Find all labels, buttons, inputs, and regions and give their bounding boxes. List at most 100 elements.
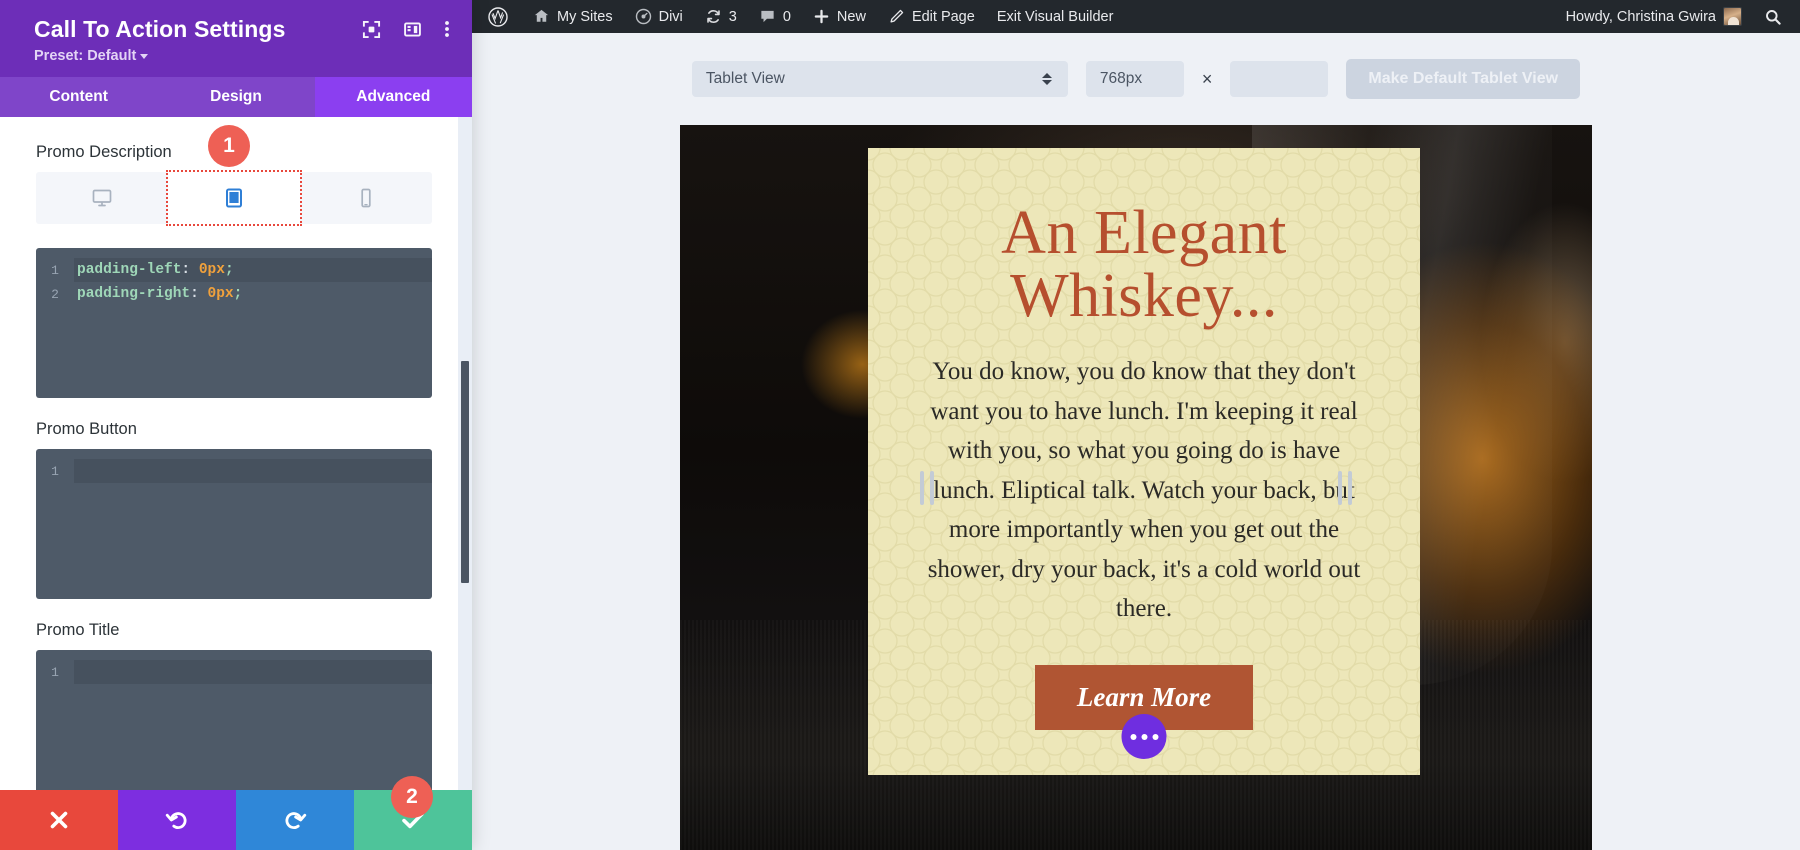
preview-height-input[interactable] bbox=[1230, 61, 1329, 97]
focus-target-icon[interactable] bbox=[362, 20, 381, 39]
cancel-button[interactable] bbox=[0, 790, 118, 850]
code-line-number: 1 bbox=[51, 262, 59, 278]
search-icon bbox=[1764, 8, 1782, 26]
css-property: padding-left bbox=[77, 262, 182, 278]
preset-label: Preset: Default bbox=[34, 48, 137, 64]
module-settings-button[interactable] bbox=[1121, 714, 1167, 759]
tab-design[interactable]: Design bbox=[157, 77, 314, 117]
code-line-number: 1 bbox=[51, 463, 59, 479]
code-line[interactable]: 2 padding-right: 0px; bbox=[36, 282, 432, 306]
phone-icon bbox=[358, 187, 374, 209]
call-to-action-module[interactable]: An Elegant Whiskey... You do know, you d… bbox=[868, 148, 1420, 775]
preview-frame: An Elegant Whiskey... You do know, you d… bbox=[680, 125, 1592, 850]
code-line-text: padding-left: 0px; bbox=[74, 258, 432, 282]
css-value: 0px bbox=[198, 262, 225, 278]
preview-width-input[interactable]: 768px bbox=[1085, 61, 1184, 97]
code-line-number: 1 bbox=[51, 664, 59, 680]
adminbar-search-button[interactable] bbox=[1753, 0, 1800, 33]
code-line-text: padding-right: 0px; bbox=[74, 282, 432, 306]
adminbar-label-my-sites: My Sites bbox=[557, 8, 613, 25]
pencil-icon bbox=[888, 8, 905, 25]
ellipsis-dot bbox=[1152, 733, 1158, 740]
ellipsis-dot bbox=[1141, 733, 1147, 740]
settings-panel-tabs: Content Design Advanced bbox=[0, 77, 472, 117]
view-mode-value: Tablet View bbox=[705, 70, 785, 87]
field-promo-description: Promo Description 1 padding-left: 0px ;… bbox=[0, 143, 472, 398]
adminbar-label-updates-count: 3 bbox=[728, 8, 737, 25]
undo-arrow-icon bbox=[164, 807, 190, 833]
settings-panel-header: Call To Action Settings Preset: Default bbox=[0, 0, 472, 77]
chevron-updown-icon bbox=[1041, 73, 1052, 85]
adminbar-label-comments-count: 0 bbox=[782, 8, 791, 25]
adminbar-account-menu[interactable]: Howdy, Christina Gwira bbox=[1555, 0, 1753, 33]
adminbar-item-comments[interactable]: 0 bbox=[748, 0, 802, 33]
code-editor-promo-button[interactable]: 1 bbox=[36, 449, 432, 599]
preset-selector[interactable]: Preset: Default bbox=[34, 48, 452, 64]
panel-header-icons bbox=[362, 19, 450, 39]
code-line[interactable]: 1 bbox=[36, 660, 432, 684]
adminbar-label-divi: Divi bbox=[658, 8, 683, 25]
field-promo-title: Promo Title 1 bbox=[0, 621, 472, 790]
css-value: 0px bbox=[207, 286, 234, 302]
kebab-menu-icon[interactable] bbox=[444, 19, 450, 39]
adminbar-item-divi[interactable]: Divi bbox=[624, 0, 694, 33]
device-tab-tablet[interactable] bbox=[166, 170, 302, 226]
resize-handle-right[interactable] bbox=[1338, 470, 1352, 505]
wordpress-logo-button[interactable] bbox=[472, 0, 522, 33]
sites-icon bbox=[533, 8, 550, 25]
wp-admin-bar: My Sites Divi 3 0 New Edit Page Exit Vis… bbox=[472, 0, 1800, 33]
code-line[interactable]: 1 padding-left: 0px; bbox=[36, 258, 432, 282]
adminbar-item-edit-page[interactable]: Edit Page bbox=[877, 0, 986, 33]
close-x-icon bbox=[47, 808, 71, 832]
undo-button[interactable] bbox=[118, 790, 236, 850]
make-default-tablet-view-button[interactable]: Make Default Tablet View bbox=[1346, 59, 1581, 99]
adminbar-label-new: New bbox=[836, 8, 866, 25]
css-property: padding-right bbox=[77, 286, 191, 302]
desktop-icon bbox=[91, 187, 113, 209]
code-editor-promo-description[interactable]: 1 padding-left: 0px; 2 padding-right: 0p… bbox=[36, 248, 432, 398]
responsive-preview-toolbar: Tablet View 768px × Make Default Tablet … bbox=[472, 33, 1800, 125]
css-semicolon: ; bbox=[224, 262, 234, 278]
field-label-promo-button: Promo Button bbox=[36, 420, 137, 438]
avatar bbox=[1723, 7, 1742, 26]
redo-arrow-icon bbox=[282, 807, 308, 833]
code-editor-promo-title[interactable]: 1 bbox=[36, 650, 432, 790]
css-semicolon: ; bbox=[233, 286, 243, 302]
adminbar-label-exit-visual-builder: Exit Visual Builder bbox=[996, 8, 1114, 25]
panel-scrollbar-track[interactable] bbox=[458, 117, 472, 790]
ellipsis-dot bbox=[1130, 733, 1136, 740]
adminbar-item-exit-visual-builder[interactable]: Exit Visual Builder bbox=[986, 0, 1125, 33]
comment-icon bbox=[759, 8, 776, 25]
device-tab-desktop[interactable] bbox=[36, 172, 168, 224]
adminbar-item-my-sites[interactable]: My Sites bbox=[522, 0, 624, 33]
layout-columns-icon[interactable] bbox=[403, 20, 422, 39]
dimension-separator: × bbox=[1201, 68, 1213, 89]
adminbar-item-new[interactable]: New bbox=[802, 0, 877, 33]
builder-canvas: Tablet View 768px × Make Default Tablet … bbox=[472, 33, 1800, 850]
code-line-number: 2 bbox=[51, 286, 59, 302]
view-mode-select[interactable]: Tablet View bbox=[691, 61, 1068, 97]
wordpress-icon bbox=[488, 6, 508, 27]
annotation-badge-1: 1 bbox=[208, 125, 250, 167]
field-label-promo-title: Promo Title bbox=[36, 621, 120, 639]
plus-icon bbox=[813, 8, 830, 25]
tab-advanced[interactable]: Advanced bbox=[314, 77, 472, 117]
panel-scrollbar-thumb[interactable] bbox=[461, 361, 469, 583]
resize-handle-left[interactable] bbox=[920, 470, 934, 505]
preview-width-value: 768px bbox=[1099, 70, 1143, 87]
field-promo-button: Promo Button 1 bbox=[0, 420, 472, 599]
make-default-label: Make Default Tablet View bbox=[1368, 70, 1559, 87]
settings-panel-body: Promo Description 1 padding-left: 0px ;… bbox=[0, 117, 472, 790]
code-line[interactable]: 1 bbox=[36, 459, 432, 483]
responsive-device-toggle bbox=[36, 170, 432, 226]
code-line-text bbox=[74, 660, 432, 684]
cta-title: An Elegant Whiskey... bbox=[1001, 199, 1287, 331]
preview-viewport: An Elegant Whiskey... You do know, you d… bbox=[472, 125, 1800, 850]
adminbar-item-updates[interactable]: 3 bbox=[694, 0, 748, 33]
device-tab-phone[interactable] bbox=[300, 172, 432, 224]
tab-content[interactable]: Content bbox=[0, 77, 157, 117]
chevron-down-icon bbox=[140, 53, 149, 59]
redo-button[interactable] bbox=[236, 790, 354, 850]
cta-content: An Elegant Whiskey... You do know, you d… bbox=[914, 199, 1374, 730]
updates-icon bbox=[705, 8, 722, 25]
